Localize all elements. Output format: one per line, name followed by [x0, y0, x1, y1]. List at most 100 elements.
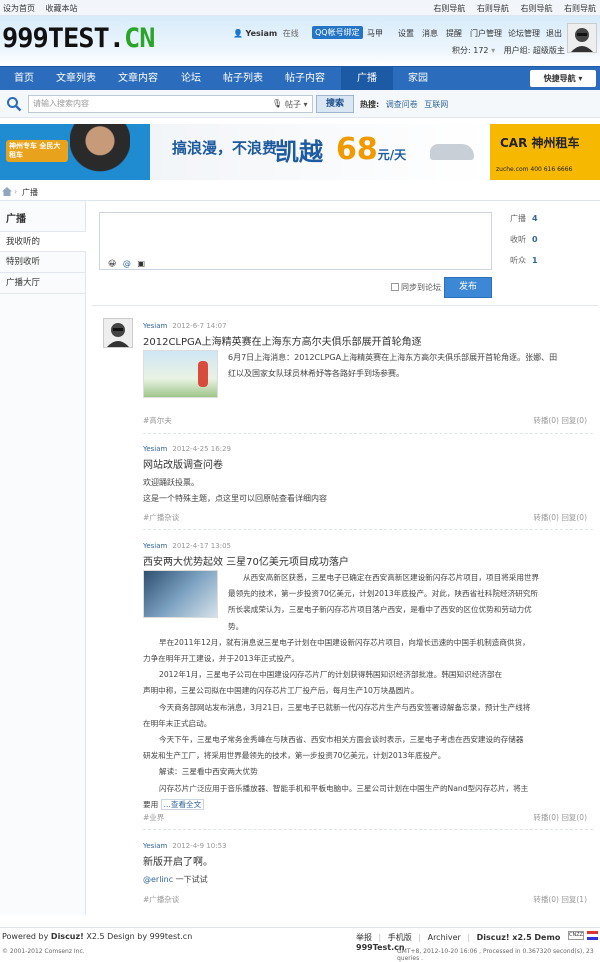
repost-link[interactable]: 转播(0) — [533, 813, 559, 822]
stat-value[interactable]: 1 — [532, 256, 538, 265]
banner-price-unit: 元/天 — [377, 148, 407, 162]
nav-item-home[interactable]: 首页 — [6, 67, 42, 90]
hot-label: 热搜: — [360, 100, 380, 109]
bookmark-link[interactable]: 收藏本站 — [46, 4, 78, 13]
reply-link[interactable]: 回复(0) — [561, 416, 587, 425]
compose-box[interactable]: 😀 @ ▣ — [99, 212, 492, 270]
user-info: 👤 Yesiam 在线 — [233, 28, 299, 39]
sync-checkbox[interactable]: 同步到论坛 — [391, 282, 441, 293]
report-link[interactable]: 举报 — [356, 933, 372, 942]
post-separator — [143, 529, 593, 530]
quick-nav-button[interactable]: 快捷导航 ▾ — [530, 70, 596, 87]
copyright: © 2001-2012 Comsenz Inc. — [2, 948, 85, 955]
sidebar-item-special[interactable]: 特别收听 — [0, 252, 86, 273]
right-nav-link[interactable]: 右则导航 — [564, 4, 596, 13]
right-nav-link[interactable]: 右则导航 — [433, 4, 465, 13]
image-icon[interactable]: ▣ — [137, 259, 145, 268]
post-meta: Yesiam 2012-4-17 13:05 — [143, 542, 593, 550]
at-icon[interactable]: @ — [123, 259, 131, 268]
breadcrumb-current[interactable]: 广播 — [22, 187, 38, 198]
post-tag[interactable]: #广播杂谈 — [143, 512, 179, 523]
archiver-link[interactable]: Archiver — [428, 933, 461, 942]
post-actions: 转播(0) 回复(0) — [533, 812, 587, 823]
emoji-icon[interactable]: 😀 — [108, 259, 116, 268]
reply-link[interactable]: 回复(0) — [561, 813, 587, 822]
post-actions: 转播(0) 回复(0) — [533, 512, 587, 523]
post-author[interactable]: Yesiam — [143, 322, 167, 330]
post-body-line: 闪存芯片广泛应用于音乐播放器、智能手机和平板电脑中。三星公司计划在中国生产的Na… — [159, 783, 529, 793]
mobile-link[interactable]: 手机版 — [388, 933, 412, 942]
read-more-link[interactable]: ...查看全文 — [160, 798, 205, 810]
home-icon[interactable] — [2, 187, 12, 196]
banner-brand: CAR 神州租车 — [500, 136, 580, 150]
logout-link[interactable]: 退出 — [546, 28, 562, 39]
post-body-line: 在明年末正式启动。 — [143, 718, 212, 728]
post-tag[interactable]: #业界 — [143, 812, 164, 823]
cnzz-badge[interactable]: CNZZ — [568, 931, 584, 940]
right-nav-link[interactable]: 右则导航 — [477, 4, 509, 13]
alt-account-link[interactable]: 马甲 — [367, 28, 383, 39]
nav-item-home-space[interactable]: 家园 — [400, 67, 436, 90]
post-title[interactable]: 2012CLPGA上海精英赛在上海东方高尔夫俱乐部展开首轮角逐 — [143, 333, 593, 348]
sidebar-item-following[interactable]: 我收听的 — [0, 231, 86, 252]
credits-link[interactable]: 积分: 172 — [452, 46, 489, 55]
nav-item-article-content[interactable]: 文章内容 — [114, 67, 162, 90]
portal-admin-link[interactable]: 门户管理 — [470, 28, 502, 39]
post-body-line: 早在2011年12月，就有消息说三星电子计划在中国建设新闪存芯片项目，向增长迅速… — [159, 637, 530, 647]
avatar[interactable] — [567, 23, 597, 53]
top-right-links: 右则导航 右则导航 右则导航 右则导航 — [424, 3, 596, 14]
search-button[interactable]: 搜索 — [316, 95, 354, 113]
post-author[interactable]: Yesiam — [143, 445, 167, 453]
post-body-line[interactable]: 这是一个特殊主题，点这里可以回原帖查看详细内容 — [143, 491, 593, 507]
repost-link[interactable]: 转播(0) — [533, 416, 559, 425]
right-nav-link[interactable]: 右则导航 — [520, 4, 552, 13]
microphone-icon[interactable]: 🎙 — [272, 99, 282, 108]
forum-admin-link[interactable]: 论坛管理 — [508, 28, 540, 39]
hot-item[interactable]: 调查问卷 — [386, 100, 418, 109]
settings-link[interactable]: 设置 — [398, 28, 414, 39]
mention-link[interactable]: @erlinc — [143, 875, 173, 884]
reply-link[interactable]: 回复(0) — [561, 513, 587, 522]
nav-item-thread-content[interactable]: 帖子内容 — [280, 67, 330, 90]
post-title[interactable]: 新版开启了啊。 — [143, 853, 593, 868]
sidebar-item-hall[interactable]: 广播大厅 — [0, 273, 86, 294]
golf-thumbnail[interactable] — [143, 350, 218, 398]
username-link[interactable]: Yesiam — [246, 29, 278, 38]
repost-link[interactable]: 转播(0) — [533, 513, 559, 522]
notifications-link[interactable]: 提醒 — [446, 28, 462, 39]
hot-item[interactable]: 互联网 — [424, 100, 448, 109]
search-type-select[interactable]: 帖子 ▾ — [285, 99, 308, 110]
publish-button[interactable]: 发布 — [444, 277, 492, 298]
post-body-line: 要用 ...查看全文 — [143, 797, 593, 813]
footer: Powered by Discuz! X2.5 Design by 999tes… — [0, 927, 600, 962]
stat-value[interactable]: 4 — [532, 214, 538, 223]
compose-tools: 😀 @ ▣ — [108, 259, 149, 268]
nav-item-article-list[interactable]: 文章列表 — [52, 67, 100, 90]
repost-link[interactable]: 转播(0) — [533, 895, 559, 904]
post-author[interactable]: Yesiam — [143, 542, 167, 550]
nav-item-forum[interactable]: 论坛 — [176, 67, 206, 90]
nav-item-thread-list[interactable]: 帖子列表 — [218, 67, 268, 90]
post-body-text: 要用 — [143, 799, 159, 809]
stat-value[interactable]: 0 — [532, 235, 538, 244]
qq-bind-button[interactable]: QQ帐号绑定 — [312, 26, 363, 39]
checkbox[interactable] — [391, 283, 399, 291]
post-author[interactable]: Yesiam — [143, 842, 167, 850]
discuz-link[interactable]: Discuz! — [51, 932, 84, 941]
reply-link[interactable]: 回复(1) — [561, 895, 587, 904]
post-title[interactable]: 西安两大优势起效 三星70亿美元项目成功落户 — [143, 553, 593, 568]
ad-banner[interactable]: 神州专车 全民大租车 搞浪漫，不浪费 凯越 68元/天 CAR 神州租车 zuc… — [0, 124, 600, 180]
hot-searches: 热搜: 调查问卷 互联网 — [360, 99, 448, 110]
nav-item-broadcast[interactable]: 广播 — [341, 67, 393, 90]
set-homepage-link[interactable]: 设为首页 — [3, 4, 35, 13]
chevron-down-icon: ▾ — [578, 74, 583, 83]
messages-link[interactable]: 消息 — [422, 28, 438, 39]
usergroup-link[interactable]: 用户组: 超级版主 — [504, 46, 565, 55]
post-title[interactable]: 网站改版调查问卷 — [143, 456, 593, 471]
site-logo[interactable]: 999TEST.CN — [2, 23, 156, 54]
post-tag[interactable]: #高尔夫 — [143, 415, 172, 426]
search-input[interactable]: 请输入搜索内容 — [28, 95, 313, 113]
footer-separator: | — [378, 933, 382, 942]
post-avatar[interactable] — [103, 318, 133, 348]
post-tag[interactable]: #广播杂谈 — [143, 894, 179, 905]
